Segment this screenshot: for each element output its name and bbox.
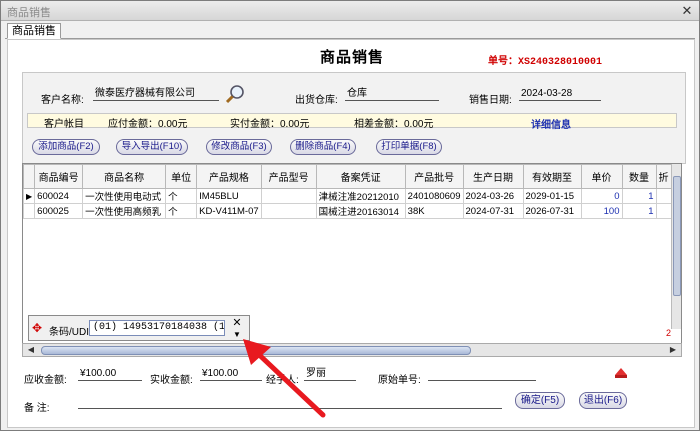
tab-sales[interactable]: 商品销售 — [7, 23, 61, 39]
edit-item-button[interactable]: 修改商品(F3) — [206, 139, 272, 155]
receivable-field[interactable]: ¥100.00 — [78, 367, 142, 381]
table-cell[interactable]: 1 — [621, 203, 657, 219]
magnifier-icon[interactable] — [225, 83, 247, 105]
table-cell[interactable]: 2401080609 — [404, 188, 464, 204]
remark-label: 备 注: — [24, 403, 50, 414]
table-cell[interactable]: 0 — [580, 188, 623, 204]
order-number: 单号：XS240328010001 — [488, 52, 602, 68]
table-cell[interactable]: 一次性使用高频乳 — [82, 203, 167, 219]
close-icon[interactable]: ✕ — [229, 317, 245, 329]
table-cell[interactable] — [260, 188, 317, 204]
header-cell[interactable]: 单价 — [580, 164, 623, 189]
warehouse-field[interactable]: 仓库 — [345, 87, 439, 101]
vertical-scroll-thumb[interactable] — [673, 176, 681, 296]
annotation-arrow-icon — [243, 339, 326, 418]
header-cell[interactable]: 数量 — [621, 164, 657, 189]
table-header: 商品编号 商品名称 单位 产品规格 产品型号 备案凭证 产品批号 生产日期 有效… — [23, 164, 672, 189]
table-cell[interactable]: 一次性使用电动式 — [82, 188, 167, 204]
row-indicator-icon: ▶ — [23, 188, 36, 204]
table-cell[interactable]: 国械注进20163014 — [315, 203, 406, 219]
date-label: 销售日期: — [469, 95, 512, 106]
add-item-button[interactable]: 添加商品(F2) — [32, 139, 100, 155]
detail-link[interactable]: 详细信息 — [531, 116, 571, 131]
header-cell[interactable]: 商品编号 — [34, 164, 84, 189]
move-icon[interactable]: ✥ — [32, 321, 42, 335]
header-cell[interactable]: 备案凭证 — [315, 164, 406, 189]
vertical-scrollbar[interactable] — [671, 164, 681, 329]
table-row[interactable]: 600025 一次性使用高频乳 个 KD-V411M-07 国械注进201630… — [23, 203, 672, 219]
table-cell[interactable]: 600025 — [34, 203, 84, 219]
customer-label: 客户名称: — [41, 95, 84, 106]
sales-window: 商品销售 ✕ 商品销售 商品销售 单号：XS240328010001 客户名称:… — [0, 0, 700, 431]
row-indicator-icon — [23, 203, 36, 219]
sales-panel: 商品销售 单号：XS240328010001 客户名称: 微泰医疗器械有限公司 … — [7, 39, 695, 428]
table-cell[interactable] — [260, 203, 317, 219]
exit-button[interactable]: 退出(F6) — [579, 392, 627, 409]
original-no-label: 原始单号: — [378, 375, 421, 386]
header-cell[interactable]: 单位 — [165, 164, 198, 189]
customer-field[interactable]: 微泰医疗器械有限公司 — [93, 87, 219, 101]
header-cell[interactable]: 有效期至 — [522, 164, 582, 189]
header-indicator — [23, 164, 36, 189]
confirm-button[interactable]: 确定(F5) — [515, 392, 565, 409]
sum-quantity: 2 — [665, 328, 671, 338]
print-button[interactable]: 打印单据(F8) — [376, 139, 442, 155]
barcode-popup: ✥ 条码/UDI (01) 14953170184038 (17) 2 ✕ ▼ — [28, 315, 250, 341]
header-cell[interactable]: 产品规格 — [196, 164, 262, 189]
close-icon[interactable]: ✕ — [679, 3, 695, 18]
import-export-button[interactable]: 导入导出(F10) — [116, 139, 188, 155]
date-field[interactable]: 2024-03-28 — [519, 87, 601, 101]
header-cell[interactable]: 商品名称 — [82, 164, 167, 189]
window-title: 商品销售 — [7, 7, 51, 19]
receivable-label: 应收金额: — [24, 375, 67, 386]
received-label: 实收金额: — [150, 375, 193, 386]
title-bar: 商品销售 ✕ — [1, 1, 699, 21]
table-cell[interactable]: IM45BLU — [196, 188, 262, 204]
header-cell[interactable]: 产品批号 — [404, 164, 464, 189]
order-number-value: XS240328010001 — [518, 57, 603, 68]
original-no-field[interactable] — [428, 367, 536, 381]
scroll-right-icon[interactable]: ▶ — [666, 344, 680, 356]
table-cell[interactable]: 38K — [404, 203, 464, 219]
table-cell[interactable] — [655, 188, 672, 204]
table-cell[interactable]: KD-V411M-07 — [196, 203, 262, 219]
table-cell[interactable]: 2029-01-15 — [522, 188, 582, 204]
tab-strip: 商品销售 — [5, 23, 695, 39]
barcode-label: 条码/UDI — [49, 327, 89, 338]
header-cell[interactable]: 产品型号 — [260, 164, 317, 189]
horizontal-scrollbar[interactable]: ◀ ▶ — [22, 343, 682, 357]
ledger-payable: 应付金额：0.00元 — [108, 119, 188, 130]
ledger-diff: 相差金额：0.00元 — [354, 119, 434, 130]
order-number-label: 单号： — [488, 56, 518, 67]
table-cell[interactable]: 个 — [165, 203, 198, 219]
barcode-input[interactable]: (01) 14953170184038 (17) 2 — [89, 320, 225, 336]
items-table: 商品编号 商品名称 单位 产品规格 产品型号 备案凭证 产品批号 生产日期 有效… — [23, 164, 672, 219]
header-cell[interactable]: 生产日期 — [462, 164, 524, 189]
customer-ledger: 客户帐目 应付金额：0.00元 实付金额：0.00元 相差金额：0.00元 详细… — [27, 113, 677, 131]
ledger-paid: 实付金额：0.00元 — [230, 119, 310, 130]
table-cell[interactable]: 津械注准20212010 — [315, 188, 406, 204]
header-cell[interactable]: 折 — [655, 164, 672, 189]
table-cell[interactable]: 2024-07-31 — [462, 203, 524, 219]
delete-item-button[interactable]: 删除商品(F4) — [290, 139, 356, 155]
table-cell[interactable]: 1 — [621, 188, 657, 204]
table-cell[interactable]: 2024-03-26 — [462, 188, 524, 204]
table-cell[interactable]: 600024 — [34, 188, 84, 204]
table-cell[interactable] — [655, 203, 672, 219]
warehouse-label: 出货仓库: — [295, 95, 338, 106]
scroll-left-icon[interactable]: ◀ — [24, 344, 38, 356]
table-cell[interactable]: 个 — [165, 188, 198, 204]
table-row[interactable]: ▶ 600024 一次性使用电动式 个 IM45BLU 津械注准20212010… — [23, 188, 672, 204]
table-cell[interactable]: 2026-07-31 — [522, 203, 582, 219]
table-cell[interactable]: 100 — [580, 203, 623, 219]
up-arrow-icon[interactable] — [614, 367, 628, 379]
ledger-label: 客户帐目 — [44, 119, 84, 130]
